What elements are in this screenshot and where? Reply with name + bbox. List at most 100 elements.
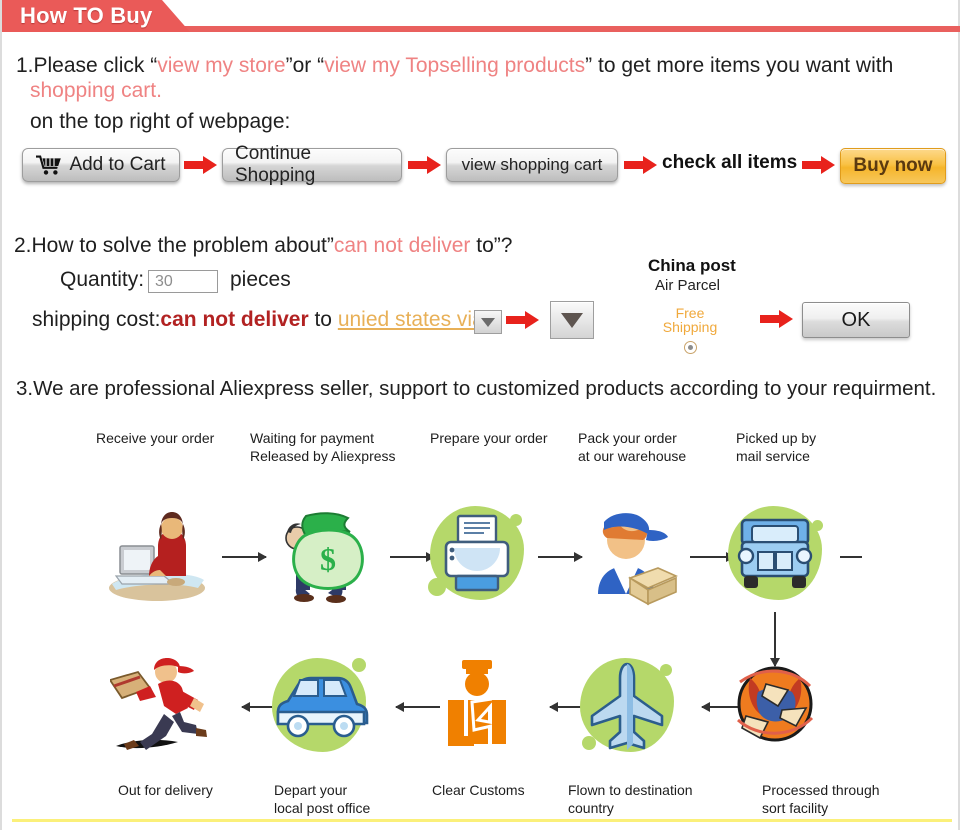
step1-text-b: ”or “ xyxy=(285,54,325,77)
page-header: How TO Buy xyxy=(2,0,960,34)
flow-label-clear-customs: Clear Customs xyxy=(432,781,525,799)
flow-node-person-at-computer xyxy=(102,500,212,610)
flow-arrow-right xyxy=(222,552,267,562)
red-arrow-icon xyxy=(184,155,218,175)
flow-node-delivery-truck xyxy=(720,498,830,608)
free-shipping-label: Free Shipping xyxy=(659,306,721,334)
svg-text:$: $ xyxy=(320,541,336,577)
flow-label-picked-up: Picked up by mail service xyxy=(736,429,816,465)
flow-label-line1: Clear Customs xyxy=(432,782,525,798)
money-bag-icon: $ xyxy=(285,512,364,603)
flow-label-line2: country xyxy=(568,800,614,816)
truck-front-icon xyxy=(737,518,813,588)
step1-text-c: ” to get more items you want with xyxy=(585,54,894,77)
shipping-cost-line: shipping cost:can not deliver to unied s… xyxy=(32,308,484,332)
red-arrow-icon xyxy=(802,155,836,175)
flow-node-warehouse-worker xyxy=(574,498,684,608)
running-courier-icon xyxy=(110,658,207,750)
flow-label-line1: Flown to destination xyxy=(568,782,693,798)
flow-label-line1: Out for delivery xyxy=(118,782,213,798)
quantity-value: 30 xyxy=(155,272,173,290)
flow-label-depart-post-office: Depart your local post office xyxy=(274,781,370,817)
flow-label-line1: Prepare your order xyxy=(430,430,548,446)
flow-label-line1: Picked up by xyxy=(736,430,817,446)
buy-now-button[interactable]: Buy now xyxy=(840,148,946,184)
flow-label-receive-order: Receive your order xyxy=(96,429,214,447)
flow-label-line2: Released by Aliexpress xyxy=(250,448,396,464)
van-side-icon xyxy=(276,676,369,738)
free-shipping-line1: Free xyxy=(675,305,705,321)
carrier-name: China post xyxy=(648,256,736,275)
printer-icon xyxy=(444,514,510,592)
ok-button[interactable]: OK xyxy=(802,302,910,338)
check-all-items-label: check all items xyxy=(662,152,798,173)
airplane-icon xyxy=(590,662,664,750)
flow-node-globe-mail xyxy=(720,650,830,760)
flow-connector-stub xyxy=(840,556,862,558)
customs-officer-icon xyxy=(448,660,506,746)
red-arrow-icon xyxy=(408,155,442,175)
chevron-down-icon xyxy=(481,317,495,327)
view-shopping-cart-button[interactable]: view shopping cart xyxy=(446,148,618,182)
person-at-computer-icon xyxy=(109,512,205,601)
step2-heading: 2.How to solve the problem about”can not… xyxy=(14,234,512,258)
bottom-rule xyxy=(12,819,952,822)
flow-node-customs-officer xyxy=(420,650,530,760)
add-to-cart-label: Add to Cart xyxy=(69,154,166,175)
step1-button-flow: Add to Cart Continue Shopping view shopp… xyxy=(2,143,960,194)
ok-label: OK xyxy=(841,308,871,331)
flow-node-airplane xyxy=(572,650,682,760)
link-view-topselling[interactable]: view my Topselling products xyxy=(324,54,585,77)
flow-label-prepare-order: Prepare your order xyxy=(430,429,548,447)
how-to-buy-page: How TO Buy 1.Please click “view my store… xyxy=(0,0,960,830)
page-title: How TO Buy xyxy=(20,3,153,28)
flow-node-running-courier xyxy=(110,650,220,760)
flow-label-line1: Processed through xyxy=(762,782,880,798)
shipping-cost-label: shipping cost: xyxy=(32,308,161,331)
step1-text-a: 1.Please click “ xyxy=(16,54,158,77)
flow-label-line2: mail service xyxy=(736,448,810,464)
carrier-service: Air Parcel xyxy=(655,277,721,294)
radio-selected-icon xyxy=(688,345,693,350)
step2-heading-b: to”? xyxy=(470,234,513,257)
link-view-my-store[interactable]: view my store xyxy=(157,54,285,77)
view-shopping-cart-label: view shopping cart xyxy=(461,155,603,174)
warehouse-worker-icon xyxy=(598,513,678,606)
step1-line2: shopping cart. xyxy=(30,79,162,103)
step1-line2-period: . xyxy=(156,79,162,102)
step2-heading-red: can not deliver xyxy=(333,234,471,257)
pieces-label: pieces xyxy=(230,268,291,291)
country-dropdown-button[interactable] xyxy=(474,310,502,334)
quantity-label: Quantity: xyxy=(60,268,145,291)
quantity-input[interactable]: 30 xyxy=(148,270,218,293)
flow-label-waiting-payment: Waiting for payment Released by Aliexpre… xyxy=(250,429,396,465)
step1-line3: on the top right of webpage: xyxy=(30,110,291,133)
flow-node-delivery-van xyxy=(264,650,374,760)
add-to-cart-button[interactable]: Add to Cart xyxy=(22,148,180,182)
red-arrow-icon xyxy=(506,310,540,330)
shopping-cart-icon xyxy=(36,155,62,175)
continue-shopping-label: Continue Shopping xyxy=(235,143,316,186)
chevron-down-icon xyxy=(561,312,583,328)
step3-heading: 3.We are professional Aliexpress seller,… xyxy=(16,377,937,400)
flow-label-processed-sort-facility: Processed through sort facility xyxy=(762,781,880,817)
flow-label-line1: Depart your xyxy=(274,782,348,798)
continue-shopping-button[interactable]: Continue Shopping xyxy=(222,143,402,186)
country-select-link[interactable]: unied states via xyxy=(338,308,484,331)
link-shopping-cart[interactable]: shopping cart xyxy=(30,79,156,102)
flow-label-line1: Waiting for payment xyxy=(250,430,374,446)
shipping-method-dropdown-button[interactable] xyxy=(550,301,594,339)
flow-label-line1: Pack your order xyxy=(578,430,677,446)
buy-now-label: Buy now xyxy=(853,155,933,176)
flow-node-printer xyxy=(422,498,532,608)
flow-label-line2: local post office xyxy=(274,800,371,816)
globe-mail-icon xyxy=(736,666,814,742)
flow-node-money-bag: $ xyxy=(268,498,378,608)
step2-heading-a: 2.How to solve the problem about” xyxy=(14,234,334,257)
flow-label-flown-to-destination: Flown to destination country xyxy=(568,781,693,817)
free-shipping-radio[interactable] xyxy=(684,341,697,354)
flow-label-line2: at our warehouse xyxy=(578,448,687,464)
flow-label-line2: sort facility xyxy=(762,800,829,816)
red-arrow-icon xyxy=(624,155,658,175)
step1-line1: 1.Please click “view my store”or “view m… xyxy=(16,54,893,78)
